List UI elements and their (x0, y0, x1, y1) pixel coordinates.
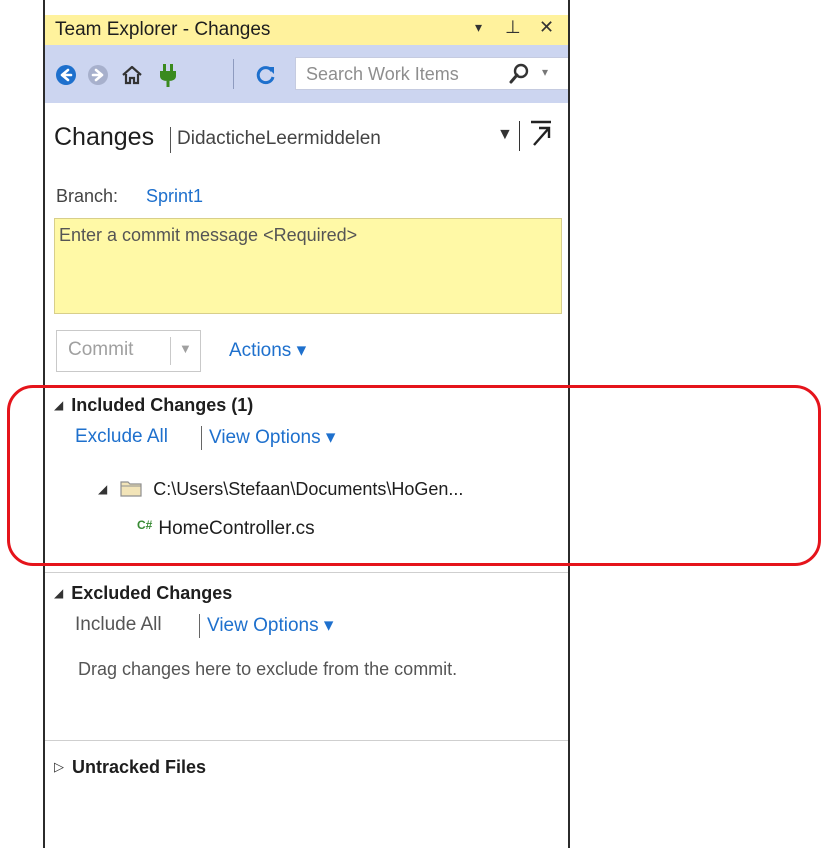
page-header: Changes DidacticheLeermiddelen ▼ (45, 117, 568, 161)
expand-triangle-icon[interactable]: ▷ (54, 759, 64, 775)
repository-name: DidacticheLeermiddelen (177, 128, 381, 149)
folder-tree-item[interactable]: ◢ C:\Users\Stefaan\Documents\HoGen... (98, 477, 463, 503)
branch-label: Branch: (56, 186, 119, 206)
header-vertical-separator (519, 121, 520, 151)
window-dropdown-icon[interactable]: ▾ (475, 19, 482, 36)
link-separator (201, 426, 202, 450)
search-input[interactable]: Search Work Items (306, 64, 459, 85)
header-separator (170, 127, 171, 153)
commit-message-placeholder: Enter a commit message <Required> (59, 225, 358, 245)
section-divider (45, 740, 568, 741)
window-title: Team Explorer - Changes (55, 19, 271, 40)
untracked-files-title: Untracked Files (72, 757, 207, 777)
file-name: HomeController.cs (158, 518, 315, 539)
exclude-all-link[interactable]: Exclude All (75, 426, 168, 448)
page-dropdown-icon[interactable]: ▼ (497, 126, 513, 144)
included-view-options-link[interactable]: View Options ▾ (209, 426, 335, 449)
search-dropdown-icon[interactable]: ▾ (542, 65, 548, 79)
actions-menu[interactable]: Actions ▾ (229, 339, 306, 362)
title-bar: Team Explorer - Changes ▾ ⊥ ✕ (45, 15, 568, 45)
excluded-view-options-link[interactable]: View Options ▾ (207, 614, 333, 637)
folder-collapse-icon[interactable]: ◢ (98, 482, 107, 496)
home-button[interactable] (119, 62, 145, 88)
connect-button[interactable] (155, 62, 181, 88)
excluded-changes-header[interactable]: ◢ Excluded Changes (54, 583, 232, 604)
include-all-link[interactable]: Include All (75, 614, 162, 636)
commit-button-split (170, 337, 171, 365)
commit-button-label: Commit (68, 339, 134, 360)
toolbar-separator (233, 59, 234, 89)
untracked-files-header[interactable]: ▷ Untracked Files (54, 757, 206, 778)
commit-dropdown-icon[interactable]: ▼ (179, 341, 192, 356)
team-explorer-panel: Team Explorer - Changes ▾ ⊥ ✕ Search Wor… (43, 0, 570, 848)
file-item-homecontroller[interactable]: C# HomeController.cs (137, 518, 315, 546)
close-icon[interactable]: ✕ (539, 17, 554, 38)
excluded-hint-text: Drag changes here to exclude from the co… (78, 659, 458, 679)
navigation-toolbar: Search Work Items ▾ (45, 45, 568, 103)
pin-icon[interactable]: ⊥ (505, 17, 521, 38)
back-arrow-icon (56, 65, 76, 85)
link-separator (199, 614, 200, 638)
page-title[interactable]: Changes (54, 123, 154, 152)
commit-message-field[interactable]: Enter a commit message <Required> (54, 218, 562, 314)
collapse-triangle-icon[interactable]: ◢ (54, 586, 63, 600)
folder-path: C:\Users\Stefaan\Documents\HoGen... (153, 479, 464, 499)
search-work-items-box[interactable]: Search Work Items ▾ (295, 57, 568, 90)
home-icon (122, 65, 142, 85)
excluded-changes-title: Excluded Changes (71, 583, 233, 603)
commit-button[interactable]: Commit ▼ (56, 330, 201, 372)
forward-arrow-icon (88, 65, 108, 85)
section-divider (45, 572, 568, 573)
branch-link[interactable]: Sprint1 (146, 186, 203, 207)
csharp-file-icon: C# (137, 518, 153, 532)
plug-icon (160, 64, 176, 87)
folder-icon (120, 481, 142, 497)
refresh-icon (256, 66, 275, 85)
search-icon[interactable] (508, 63, 530, 85)
included-changes-header[interactable]: ◢ Included Changes (1) (54, 395, 253, 416)
back-button[interactable] (53, 62, 79, 88)
collapse-triangle-icon[interactable]: ◢ (54, 398, 63, 412)
refresh-button[interactable] (253, 62, 279, 88)
undock-icon[interactable] (527, 119, 555, 149)
forward-button[interactable] (85, 62, 111, 88)
included-changes-title: Included Changes (1) (71, 395, 254, 415)
